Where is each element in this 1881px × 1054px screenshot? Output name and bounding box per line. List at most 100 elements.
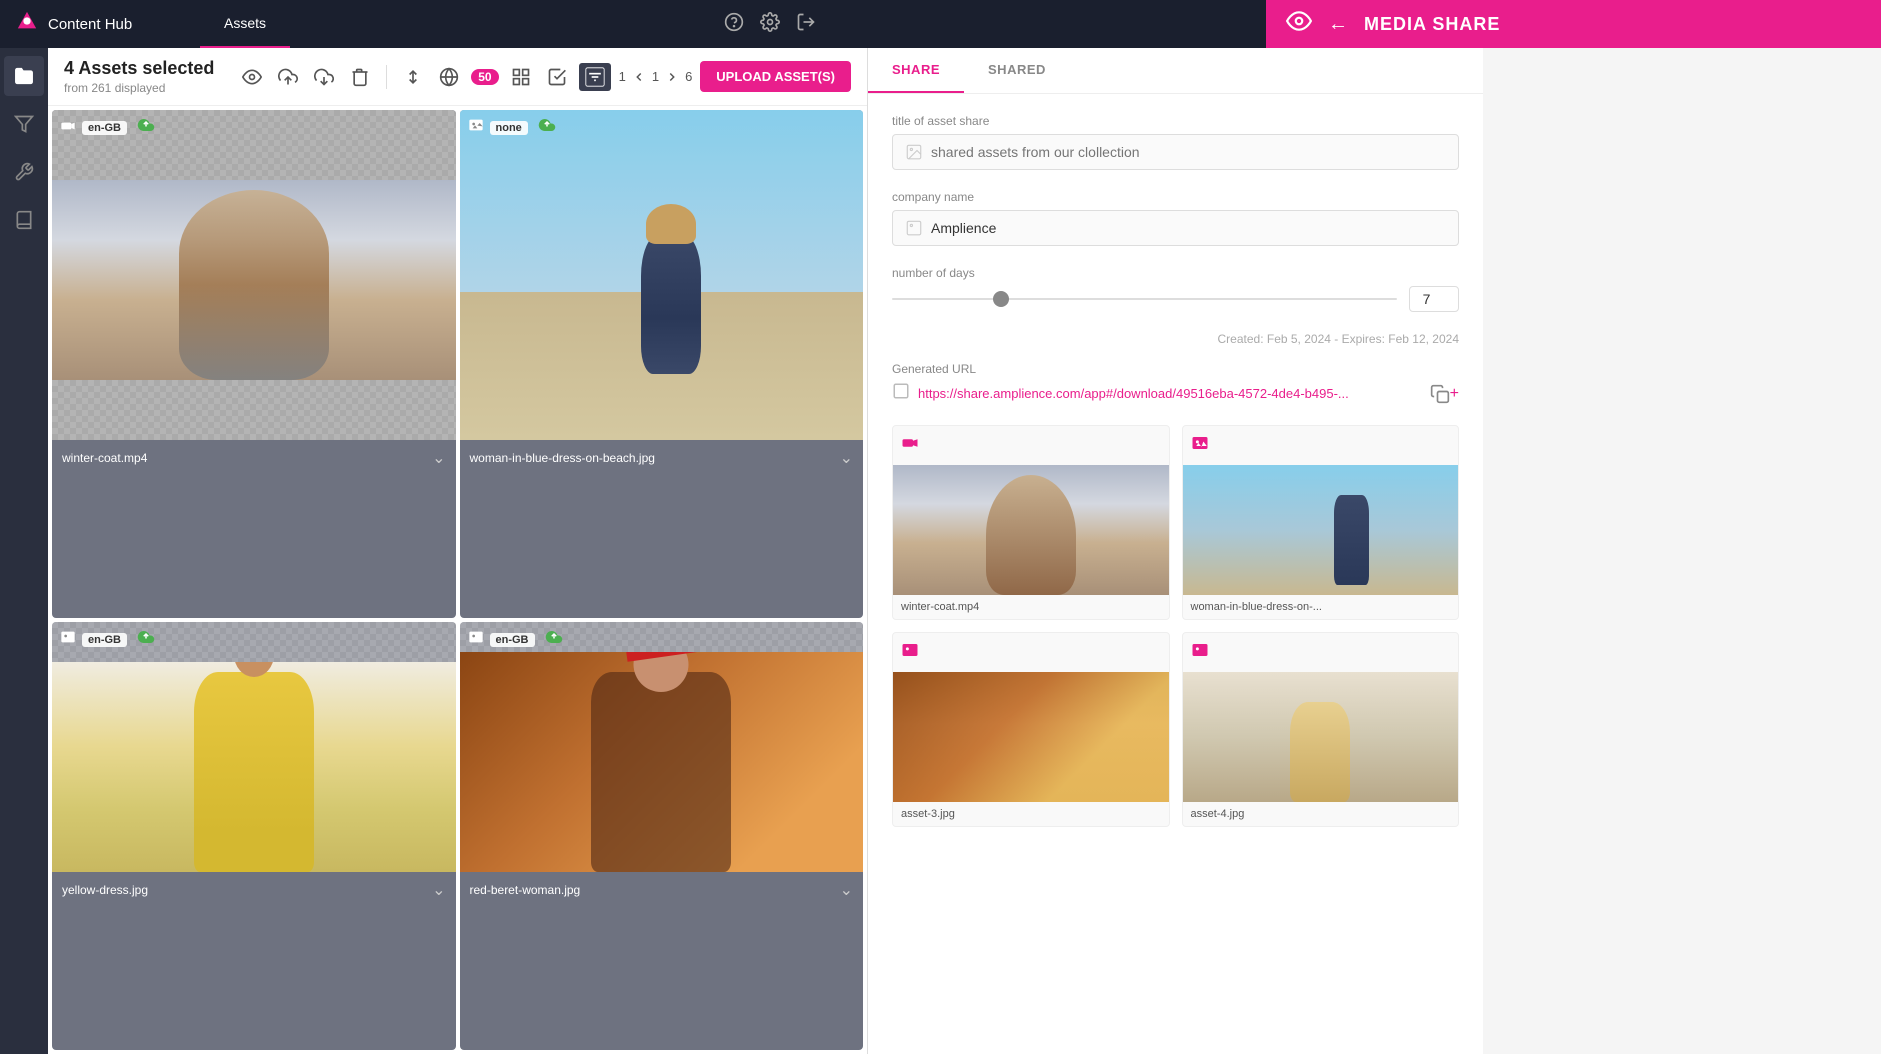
share-asset-card-header-1 [1183,426,1459,465]
asset-name-3: red-beret-woman.jpg [470,883,581,897]
asset-name-2: yellow-dress.jpg [62,883,148,897]
media-share-back-button[interactable]: ← [1328,13,1348,36]
share-asset-card-2[interactable]: asset-3.jpg [892,632,1170,827]
asset-card-1[interactable]: none [460,110,864,618]
share-tabs: SHARE SHARED [868,48,1483,94]
asset-expand-btn-3[interactable]: ⌄ [840,880,853,900]
building-icon [905,219,923,237]
share-asset-card-header-2 [893,633,1169,672]
cloud-icon-0 [137,116,155,139]
grid-view-button[interactable] [507,63,535,91]
share-asset-preview-0 [893,465,1169,595]
tab-shared[interactable]: SHARED [964,48,1070,93]
locale-badge-1: none [490,121,528,135]
asset-card-0[interactable]: en-GB [52,110,456,618]
export-icon[interactable] [796,12,816,37]
field-group-days: number of days [892,266,1459,312]
upload-assets-button[interactable]: UPLOAD ASSET(S) [700,61,851,92]
locale-badge-3: en-GB [490,633,535,647]
asset-expand-btn-2[interactable]: ⌄ [432,880,445,900]
days-slider[interactable] [892,298,1397,300]
sidebar-item-tools[interactable] [4,152,44,192]
share-asset-name-1: woman-in-blue-dress-on-... [1183,595,1459,619]
asset-name-1: woman-in-blue-dress-on-beach.jpg [470,451,655,465]
select-all-button[interactable] [543,63,571,91]
share-photo-icon-2 [901,641,919,664]
asset-grid: en-GB [48,106,867,1054]
sidebar-item-library[interactable] [4,200,44,240]
delete-button[interactable] [346,63,374,91]
page-middle: 1 [652,69,659,84]
toolbar: 4 Assets selected from 261 displayed [48,48,867,106]
photo-type-icon-3 [468,629,484,650]
help-icon[interactable] [724,12,744,37]
globe-button[interactable] [435,63,463,91]
prev-page-button[interactable] [630,68,648,86]
asset-preview-2 [52,622,456,872]
generated-url-link[interactable]: https://share.amplience.com/app#/downloa… [918,386,1422,401]
field-group-url: Generated URL https://share.amplience.co… [892,362,1459,405]
days-slider-row [892,286,1459,312]
sidebar-item-folder[interactable] [4,56,44,96]
image-icon [905,143,923,161]
toolbar-divider-1 [386,65,387,89]
share-asset-card-3[interactable]: asset-4.jpg [1182,632,1460,827]
filter-active-button[interactable] [579,63,611,91]
share-asset-preview-1 [1183,465,1459,595]
top-nav-tabs: Assets [200,0,290,48]
copy-url-button[interactable]: + [1430,384,1459,404]
top-nav: Content Hub Assets [0,0,1881,48]
cloud-icon-1 [538,116,556,139]
asset-preview-1 [460,110,864,440]
cloud-icon-3 [545,628,563,651]
field-label-company: company name [892,190,1459,204]
days-number-input[interactable] [1409,286,1459,312]
media-share-title: MEDIA SHARE [1364,14,1500,35]
asset-card-header-1: none [460,110,864,145]
sidebar-item-filter[interactable] [4,104,44,144]
brand-title: Content Hub [48,16,132,33]
asset-footer-2: yellow-dress.jpg ⌄ [52,872,456,908]
asset-panel: 4 Assets selected from 261 displayed [48,48,868,1054]
asset-footer-0: winter-coat.mp4 ⌄ [52,440,456,476]
brand-icon [16,10,38,38]
top-nav-right-icons [724,12,832,37]
company-input[interactable] [931,220,1446,236]
asset-card-header-2: en-GB [52,622,456,657]
download-button[interactable] [310,63,338,91]
share-asset-name-2: asset-3.jpg [893,802,1169,826]
asset-card-3[interactable]: en-GB [460,622,864,1050]
asset-expand-btn-1[interactable]: ⌄ [840,448,853,468]
settings-icon[interactable] [760,12,780,37]
share-asset-card-header-0 [893,426,1169,465]
url-row: https://share.amplience.com/app#/downloa… [892,382,1459,405]
asset-expand-btn-0[interactable]: ⌄ [432,448,445,468]
title-input[interactable] [931,144,1446,160]
share-photo-icon-1 [1191,434,1209,457]
sort-button[interactable] [399,63,427,91]
share-asset-card-header-3 [1183,633,1459,672]
tab-assets[interactable]: Assets [200,0,290,48]
link-icon [892,382,910,405]
field-label-url: Generated URL [892,362,1459,376]
share-asset-preview-2 [893,672,1169,802]
next-page-button[interactable] [663,68,681,86]
preview-button[interactable] [238,63,266,91]
upload-button[interactable] [274,63,302,91]
share-asset-card-1[interactable]: woman-in-blue-dress-on-... [1182,425,1460,620]
video-type-icon [60,118,76,137]
share-asset-grid: winter-coat.mp4 [892,425,1459,827]
field-label-title: title of asset share [892,114,1459,128]
field-input-wrapper-title [892,134,1459,170]
media-share-header: ← MEDIA SHARE [1266,0,1881,48]
page-start: 1 [619,69,626,84]
share-asset-card-0[interactable]: winter-coat.mp4 [892,425,1170,620]
brand-logo[interactable]: Content Hub [0,10,200,38]
asset-footer-3: red-beret-woman.jpg ⌄ [460,872,864,908]
asset-card-header-0: en-GB [52,110,456,145]
asset-name-0: winter-coat.mp4 [62,451,147,465]
tab-share[interactable]: SHARE [868,48,964,93]
asset-footer-1: woman-in-blue-dress-on-beach.jpg ⌄ [460,440,864,476]
asset-card-2[interactable]: en-GB [52,622,456,1050]
per-page-badge[interactable]: 50 [471,69,498,85]
